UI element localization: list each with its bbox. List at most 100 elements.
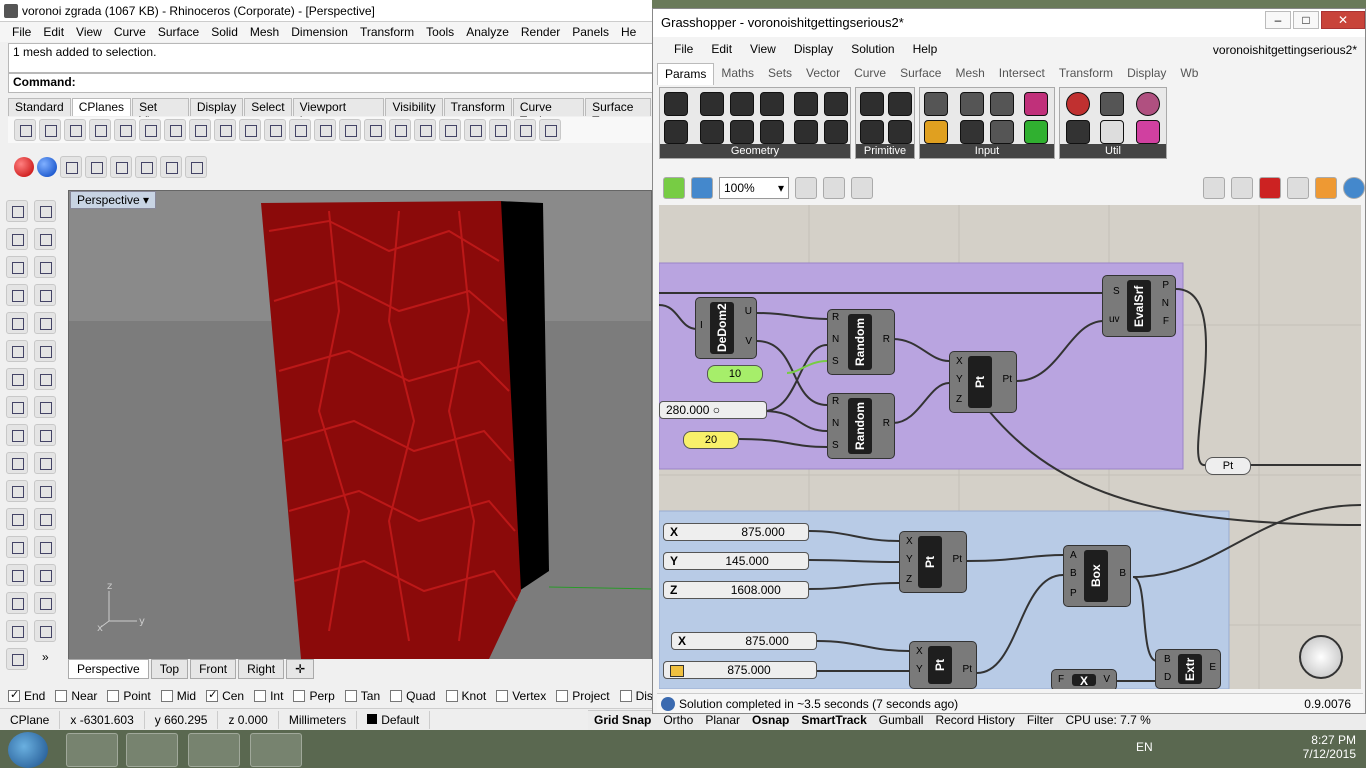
point-icon[interactable] <box>34 200 56 222</box>
gh-tab-wb[interactable]: Wb <box>1173 63 1205 85</box>
gh-menu-edit[interactable]: Edit <box>702 39 741 61</box>
open-icon[interactable] <box>364 119 386 141</box>
snap-disable-checkbox[interactable] <box>619 690 632 702</box>
mesh-icon[interactable] <box>34 396 56 418</box>
gh-tab-vector[interactable]: Vector <box>799 63 847 85</box>
layer-icon[interactable] <box>6 648 28 670</box>
menu-solid[interactable]: Solid <box>205 22 244 42</box>
display-mode-icon-1[interactable] <box>1203 177 1225 199</box>
tab-curve-tools[interactable]: Curve Tools <box>512 98 585 128</box>
grid-array-icon[interactable] <box>6 620 28 642</box>
snap-knot-checkbox[interactable] <box>445 690 458 702</box>
field-param-icon[interactable] <box>824 120 848 144</box>
block-icon[interactable] <box>6 592 28 614</box>
preview-shaded-icon[interactable] <box>1259 177 1281 199</box>
gh-tab-params[interactable]: Params <box>657 63 715 85</box>
chrome-taskbar-icon[interactable] <box>250 733 302 767</box>
dedom2-output-v[interactable]: V <box>745 336 752 347</box>
move-icon[interactable] <box>6 508 28 530</box>
cplane-icon-18[interactable] <box>439 119 461 141</box>
open-file-icon[interactable] <box>663 177 685 199</box>
surface-icon[interactable] <box>6 340 28 362</box>
pt3-input-y[interactable]: Y <box>916 664 923 675</box>
box-output-b[interactable]: B <box>1119 568 1126 579</box>
add-viewport-icon[interactable]: ✛ <box>286 659 315 679</box>
box-input-p[interactable]: P <box>1070 588 1077 599</box>
gh-tab-maths[interactable]: Maths <box>714 63 761 85</box>
gh-tab-intersect[interactable]: Intersect <box>992 63 1052 85</box>
evalsrf-component[interactable]: S uv EvalSrf P N F <box>1102 275 1176 337</box>
rotate-icon[interactable] <box>34 508 56 530</box>
render-sphere-red-icon[interactable] <box>14 157 34 177</box>
gh-menu-help[interactable]: Help <box>904 39 947 61</box>
group-icon[interactable] <box>6 480 28 502</box>
evalsrf-output-p[interactable]: P <box>1162 280 1169 291</box>
menu-dimension[interactable]: Dimension <box>285 22 354 42</box>
random1-output-r[interactable]: R <box>883 334 890 345</box>
menu-transform[interactable]: Transform <box>354 22 420 42</box>
snap-point-checkbox[interactable] <box>107 690 120 702</box>
undo-view-icon[interactable] <box>264 119 286 141</box>
knob-input-icon[interactable] <box>960 120 984 144</box>
cplane-icon-19[interactable] <box>464 119 486 141</box>
box-param-icon[interactable] <box>794 92 818 116</box>
snap-tan[interactable]: Tan <box>344 689 380 703</box>
status-layer[interactable]: Default <box>357 710 431 729</box>
status-cplane[interactable]: CPlane <box>0 710 61 729</box>
extr-output-e[interactable]: E <box>1209 662 1216 673</box>
cylinder-icon[interactable] <box>6 396 28 418</box>
dedom2-input-i[interactable]: I <box>700 320 703 331</box>
pt2-input-z[interactable]: Z <box>906 574 912 585</box>
snap-end[interactable]: End <box>8 688 45 703</box>
galapagos-icon[interactable] <box>1136 92 1160 116</box>
cplane-icon-7[interactable] <box>164 119 186 141</box>
integer-param-icon[interactable] <box>860 120 884 144</box>
save-file-icon[interactable] <box>691 177 713 199</box>
box-input-b[interactable]: B <box>1070 568 1077 579</box>
x-component[interactable]: F X V <box>1051 669 1117 689</box>
render-sphere-blue-icon[interactable] <box>37 157 57 177</box>
cplane-icon-5[interactable] <box>114 119 136 141</box>
select-arrow-icon[interactable] <box>6 200 28 222</box>
toggle-input-icon[interactable] <box>924 92 948 116</box>
snap-cen[interactable]: Cen <box>206 688 244 703</box>
image-sampler-icon[interactable] <box>1024 120 1048 144</box>
material-icon[interactable] <box>60 156 82 178</box>
pt-component-3[interactable]: X Y Pt Pt <box>909 641 977 689</box>
rhino-taskbar-icon[interactable] <box>126 733 178 767</box>
scale-icon[interactable] <box>34 592 56 614</box>
join-icon[interactable] <box>34 452 56 474</box>
arrow-outline-icon[interactable] <box>1100 120 1124 144</box>
bake-icon[interactable] <box>1287 177 1309 199</box>
environment-icon[interactable] <box>85 156 107 178</box>
curve-param-icon[interactable] <box>700 120 724 144</box>
random2-output-r[interactable]: R <box>883 418 890 429</box>
button-input-icon[interactable] <box>960 92 984 116</box>
snap-quad-checkbox[interactable] <box>390 690 403 702</box>
pt1-input-y[interactable]: Y <box>956 374 963 385</box>
zoom-dropdown[interactable]: 100% <box>719 177 789 199</box>
gh-tab-transform[interactable]: Transform <box>1052 63 1120 85</box>
trim-icon[interactable] <box>34 424 56 446</box>
cplane-icon-8[interactable] <box>189 119 211 141</box>
mesh-param-icon[interactable] <box>794 120 818 144</box>
tab-viewport-layout[interactable]: Viewport Layout <box>292 98 385 128</box>
x-input-f[interactable]: F <box>1058 674 1064 685</box>
gh-tab-curve[interactable]: Curve <box>847 63 893 85</box>
command-line[interactable]: Command: <box>8 73 652 93</box>
sun-icon[interactable] <box>160 156 182 178</box>
tree-icon[interactable] <box>1066 120 1090 144</box>
line-param-icon[interactable] <box>730 120 754 144</box>
pt-component-2[interactable]: X Y Z Pt Pt <box>899 531 967 593</box>
snap-vertex[interactable]: Vertex <box>496 689 546 703</box>
pt2-input-x[interactable]: X <box>906 536 913 547</box>
gh-tab-surface[interactable]: Surface <box>893 63 948 85</box>
light-icon[interactable] <box>135 156 157 178</box>
gh-menu-display[interactable]: Display <box>785 39 842 61</box>
gh-menu-file[interactable]: File <box>665 39 702 61</box>
cplane-icon-2[interactable] <box>39 119 61 141</box>
number-20[interactable]: 20 <box>683 431 739 449</box>
gh-tab-mesh[interactable]: Mesh <box>948 63 991 85</box>
cplane-icon-9[interactable] <box>214 119 236 141</box>
arrow-right-icon[interactable] <box>1100 92 1124 116</box>
